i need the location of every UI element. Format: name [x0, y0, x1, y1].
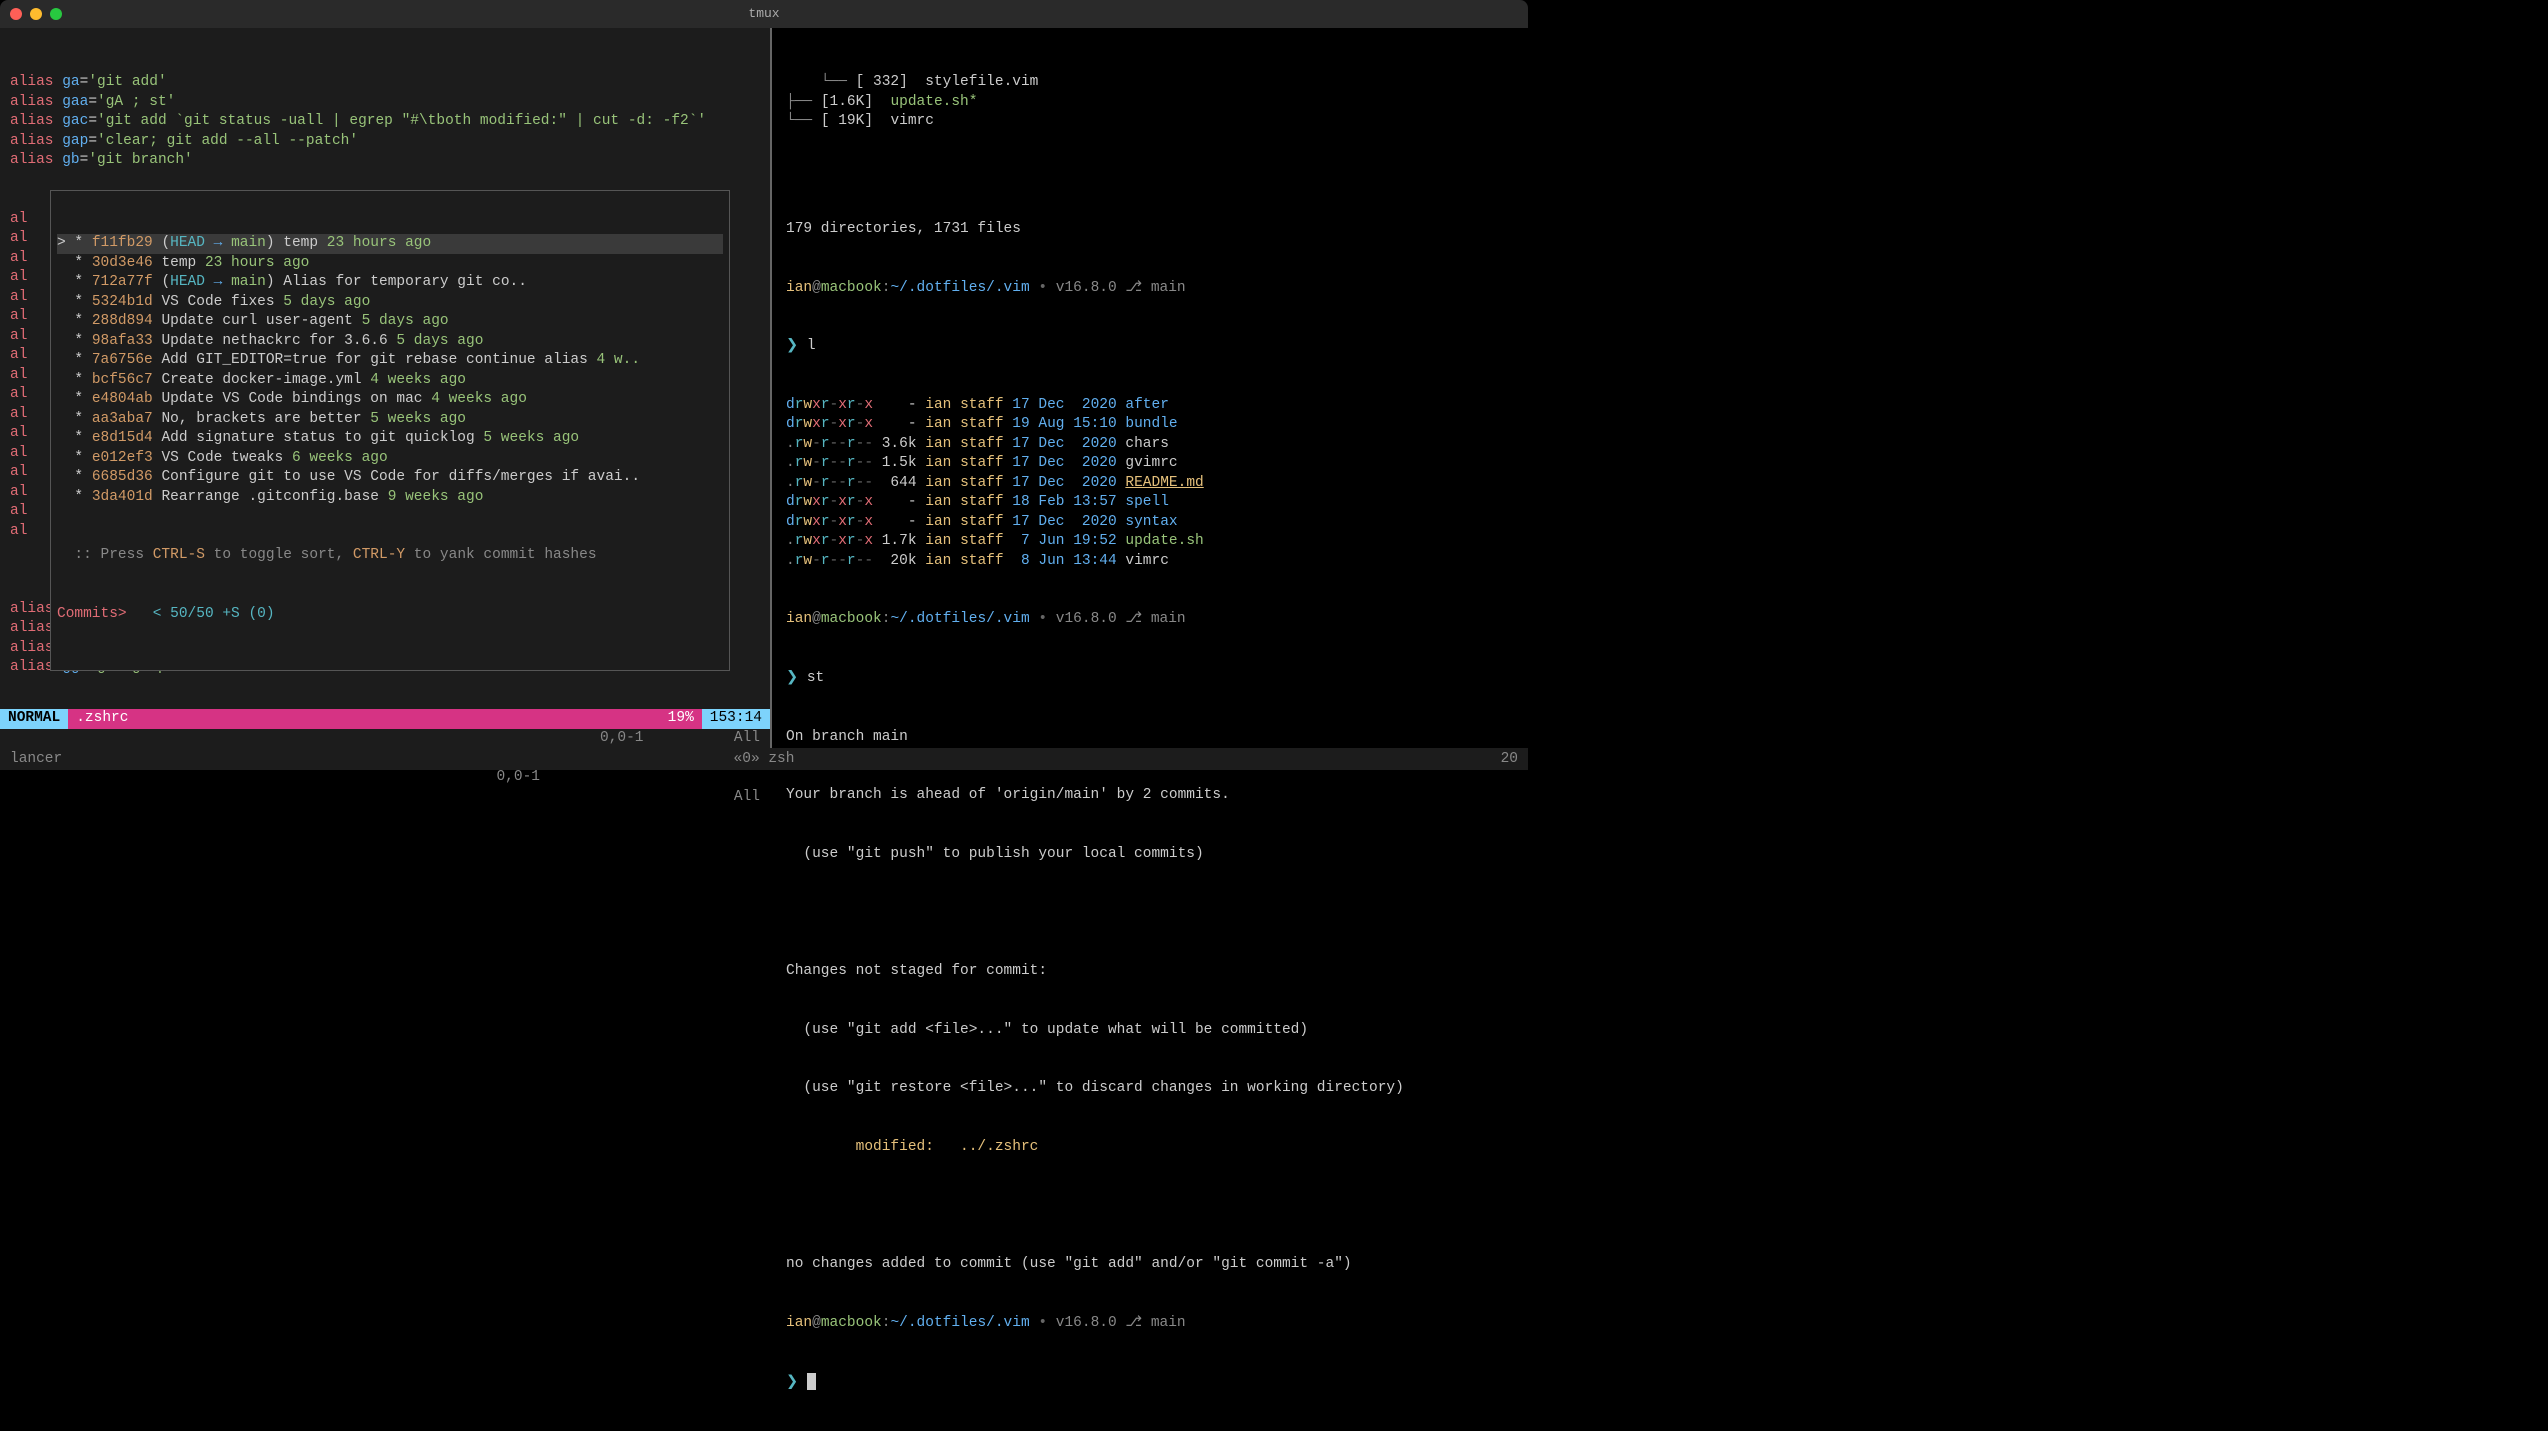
git-on-branch: On branch main: [776, 728, 1528, 748]
vim-mode: NORMAL: [0, 709, 68, 729]
ls-row: .rw-r--r-- 20k ian staff 8 Jun 13:44 vim…: [776, 552, 1528, 572]
commit-row[interactable]: * 6685d36 Configure git to use VS Code f…: [57, 468, 723, 488]
git-modified: modified: ../.zshrc: [776, 1138, 1528, 1158]
shell-input[interactable]: ❯: [776, 1373, 1528, 1393]
ls-row: drwxr-xr-x - ian staff 19 Aug 15:10 bund…: [776, 415, 1528, 435]
alias-line: alias gaa='gA ; st': [0, 93, 770, 113]
minimize-icon[interactable]: [30, 8, 42, 20]
ls-row: .rw-r--r-- 644 ian staff 17 Dec 2020 REA…: [776, 474, 1528, 494]
ls-row: .rw-r--r-- 1.5k ian staff 17 Dec 2020 gv…: [776, 454, 1528, 474]
tree-row: ├── [1.6K] update.sh*: [776, 93, 1528, 113]
commit-row[interactable]: * 7a6756e Add GIT_EDITOR=true for git re…: [57, 351, 723, 371]
command-l: ❯ l: [776, 337, 1528, 357]
alias-line: alias gac='git add `git status -uall | e…: [0, 112, 770, 132]
shell-prompt: ian@macbook:~/.dotfiles/.vim • v16.8.0 ⎇…: [776, 610, 1528, 630]
ls-row: drwxr-xr-x - ian staff 18 Feb 13:57 spel…: [776, 493, 1528, 513]
vim-position: 153:14: [702, 709, 770, 729]
vim-percent: 19%: [660, 709, 702, 729]
commit-row[interactable]: * 5324b1d VS Code fixes 5 days ago: [57, 293, 723, 313]
git-restore-hint: (use "git restore <file>..." to discard …: [776, 1079, 1528, 1099]
commit-row[interactable]: * aa3aba7 No, brackets are better 5 week…: [57, 410, 723, 430]
traffic-lights: [10, 8, 62, 20]
vim-filename: .zshrc: [68, 709, 659, 729]
alias-line: alias gap='clear; git add --all --patch': [0, 132, 770, 152]
cursor-icon: [807, 1373, 816, 1390]
tmux-right: 20: [794, 750, 1518, 768]
ls-row: .rw-r--r-- 3.6k ian staff 17 Dec 2020 ch…: [776, 435, 1528, 455]
tree-row: └── [ 332] stylefile.vim: [776, 73, 1528, 93]
git-unstaged-header: Changes not staged for commit:: [776, 962, 1528, 982]
popup-hint: :: Press CTRL-S to toggle sort, CTRL-Y t…: [57, 546, 723, 566]
command-st: ❯ st: [776, 669, 1528, 689]
fzf-commits-popup[interactable]: > * f11fb29 (HEAD → main) temp 23 hours …: [50, 190, 730, 671]
commit-row[interactable]: * bcf56c7 Create docker-image.yml 4 week…: [57, 371, 723, 391]
git-add-hint: (use "git add <file>..." to update what …: [776, 1021, 1528, 1041]
shell-pane[interactable]: └── [ 332] stylefile.vim├── [1.6K] updat…: [770, 28, 1528, 748]
ls-row: drwxr-xr-x - ian staff 17 Dec 2020 synta…: [776, 513, 1528, 533]
commit-row[interactable]: * e8d15d4 Add signature status to git qu…: [57, 429, 723, 449]
window-title: tmux: [748, 5, 779, 23]
shell-prompt: ian@macbook:~/.dotfiles/.vim • v16.8.0 ⎇…: [776, 279, 1528, 299]
alias-line: alias ga='git add': [0, 73, 770, 93]
alias-line: alias gb='git branch': [0, 151, 770, 171]
vim-statusbar: NORMAL .zshrc 19% 153:14: [0, 709, 770, 729]
git-push-hint: (use "git push" to publish your local co…: [776, 845, 1528, 865]
ls-row: drwxr-xr-x - ian staff 17 Dec 2020 after: [776, 396, 1528, 416]
vim-pane[interactable]: alias ga='git add'alias gaa='gA ; st'ali…: [0, 28, 770, 748]
git-ahead: Your branch is ahead of 'origin/main' by…: [776, 786, 1528, 806]
tree-summary: 179 directories, 1731 files: [776, 220, 1528, 240]
popup-prompt[interactable]: Commits> < 50/50 +S (0): [57, 605, 723, 625]
commit-row[interactable]: * 288d894 Update curl user-agent 5 days …: [57, 312, 723, 332]
commit-row[interactable]: * e012ef3 VS Code tweaks 6 weeks ago: [57, 449, 723, 469]
tree-row: └── [ 19K] vimrc: [776, 112, 1528, 132]
shell-prompt: ian@macbook:~/.dotfiles/.vim • v16.8.0 ⎇…: [776, 1314, 1528, 1334]
maximize-icon[interactable]: [50, 8, 62, 20]
close-icon[interactable]: [10, 8, 22, 20]
commit-row[interactable]: * 98afa33 Update nethackrc for 3.6.6 5 d…: [57, 332, 723, 352]
commit-row[interactable]: * 30d3e46 temp 23 hours ago: [57, 254, 723, 274]
git-no-changes: no changes added to commit (use "git add…: [776, 1255, 1528, 1275]
commit-row[interactable]: * e4804ab Update VS Code bindings on mac…: [57, 390, 723, 410]
ls-row: .rwxr-xr-x 1.7k ian staff 7 Jun 19:52 up…: [776, 532, 1528, 552]
commit-row[interactable]: * 3da401d Rearrange .gitconfig.base 9 we…: [57, 488, 723, 508]
commit-row[interactable]: > * f11fb29 (HEAD → main) temp 23 hours …: [57, 234, 723, 254]
titlebar: tmux: [0, 0, 1528, 28]
commit-row[interactable]: * 712a77f (HEAD → main) Alias for tempor…: [57, 273, 723, 293]
